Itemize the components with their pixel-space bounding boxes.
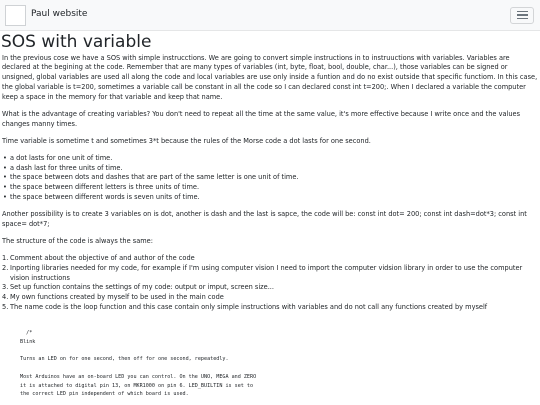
list-item: Comment about the objective of and autho… bbox=[2, 253, 195, 264]
morse-rules-list: a dot lasts for one unit of time. a dash… bbox=[2, 154, 538, 203]
hamburger-menu-icon bbox=[516, 14, 528, 16]
brand-link[interactable]: Paul website bbox=[5, 4, 88, 26]
code-block: /* Blink Turns an LED on for one second,… bbox=[20, 330, 257, 398]
structure-list: Comment about the objective of and autho… bbox=[2, 254, 538, 313]
list-item: Inporting libraries needed for my code, … bbox=[2, 263, 523, 282]
list-item: the space between different letters is t… bbox=[3, 183, 538, 193]
navbar: Paul website bbox=[0, 0, 540, 31]
list-item: the space between dots and dashes that a… bbox=[3, 173, 538, 183]
variables-paragraph: Another possibility is to create 3 varia… bbox=[2, 210, 527, 229]
list-item: Set up function contains the settings of… bbox=[2, 283, 274, 293]
intro-paragraph: In the previous cose we have a SOS with … bbox=[2, 53, 538, 102]
list-item: a dot lasts for one unit of time. bbox=[3, 154, 538, 164]
list-item: The name code is the loop function and t… bbox=[2, 303, 488, 313]
time-paragraph: Time variable is sometime t and sometime… bbox=[2, 136, 371, 145]
image-placeholder-icon bbox=[5, 4, 26, 26]
list-item: the space between different words is sev… bbox=[3, 193, 538, 203]
list-item: a dash last for three units of time. bbox=[3, 164, 538, 174]
page-title: SOS with variable bbox=[1, 32, 152, 52]
advantage-paragraph: What is the advantage of creating variab… bbox=[2, 110, 521, 128]
main-content: SOS with variable In the previous cose w… bbox=[0, 32, 540, 399]
structure-paragraph: The structure of the code is always the … bbox=[2, 236, 153, 245]
hamburger-menu-icon bbox=[516, 17, 528, 20]
menu-toggle-button[interactable] bbox=[510, 6, 534, 24]
hamburger-menu-icon bbox=[516, 10, 528, 13]
list-item: My own functions created by myself to be… bbox=[2, 293, 224, 303]
brand-title: Paul website bbox=[31, 9, 88, 20]
